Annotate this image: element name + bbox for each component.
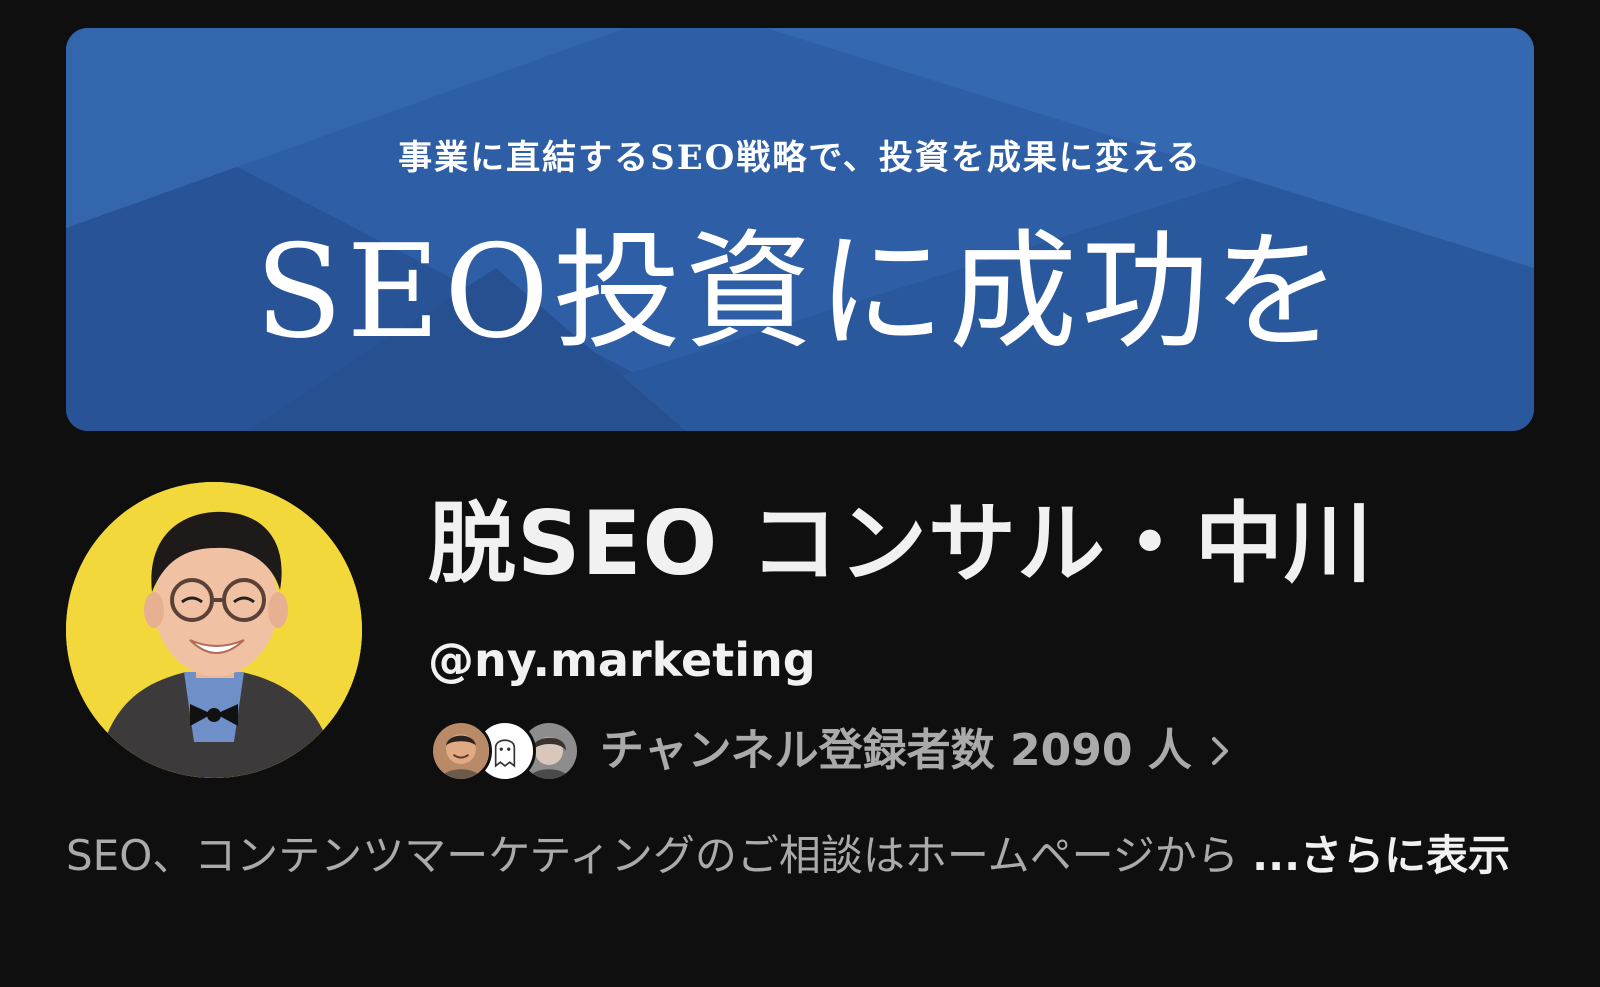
subscriber-avatar-icon bbox=[430, 720, 492, 782]
profile-photo-icon bbox=[66, 482, 362, 778]
subscriber-avatars bbox=[430, 718, 580, 784]
channel-handle: @ny.marketing bbox=[428, 633, 816, 687]
chevron-right-icon bbox=[1211, 737, 1228, 765]
banner-headline: SEO投資に成功を bbox=[254, 218, 1346, 367]
channel-avatar[interactable] bbox=[66, 482, 362, 778]
subscriber-count: チャンネル登録者数 2090 人 bbox=[600, 725, 1192, 776]
description-text: SEO、コンテンツマーケティングのご相談はホームページから bbox=[66, 831, 1239, 880]
banner-tagline: 事業に直結するSEO戦略で、投資を成果に変える bbox=[398, 138, 1202, 178]
subscribers-row[interactable]: チャンネル登録者数 2090 人 bbox=[430, 716, 1232, 786]
channel-banner: 事業に直結するSEO戦略で、投資を成果に変える SEO投資に成功を bbox=[66, 28, 1534, 431]
channel-name: 脱SEO コンサル・中川 bbox=[428, 492, 1373, 595]
channel-description[interactable]: SEO、コンテンツマーケティングのご相談はホームページから ...さらに表示 bbox=[66, 828, 1536, 884]
show-more-link[interactable]: ...さらに表示 bbox=[1252, 831, 1510, 880]
